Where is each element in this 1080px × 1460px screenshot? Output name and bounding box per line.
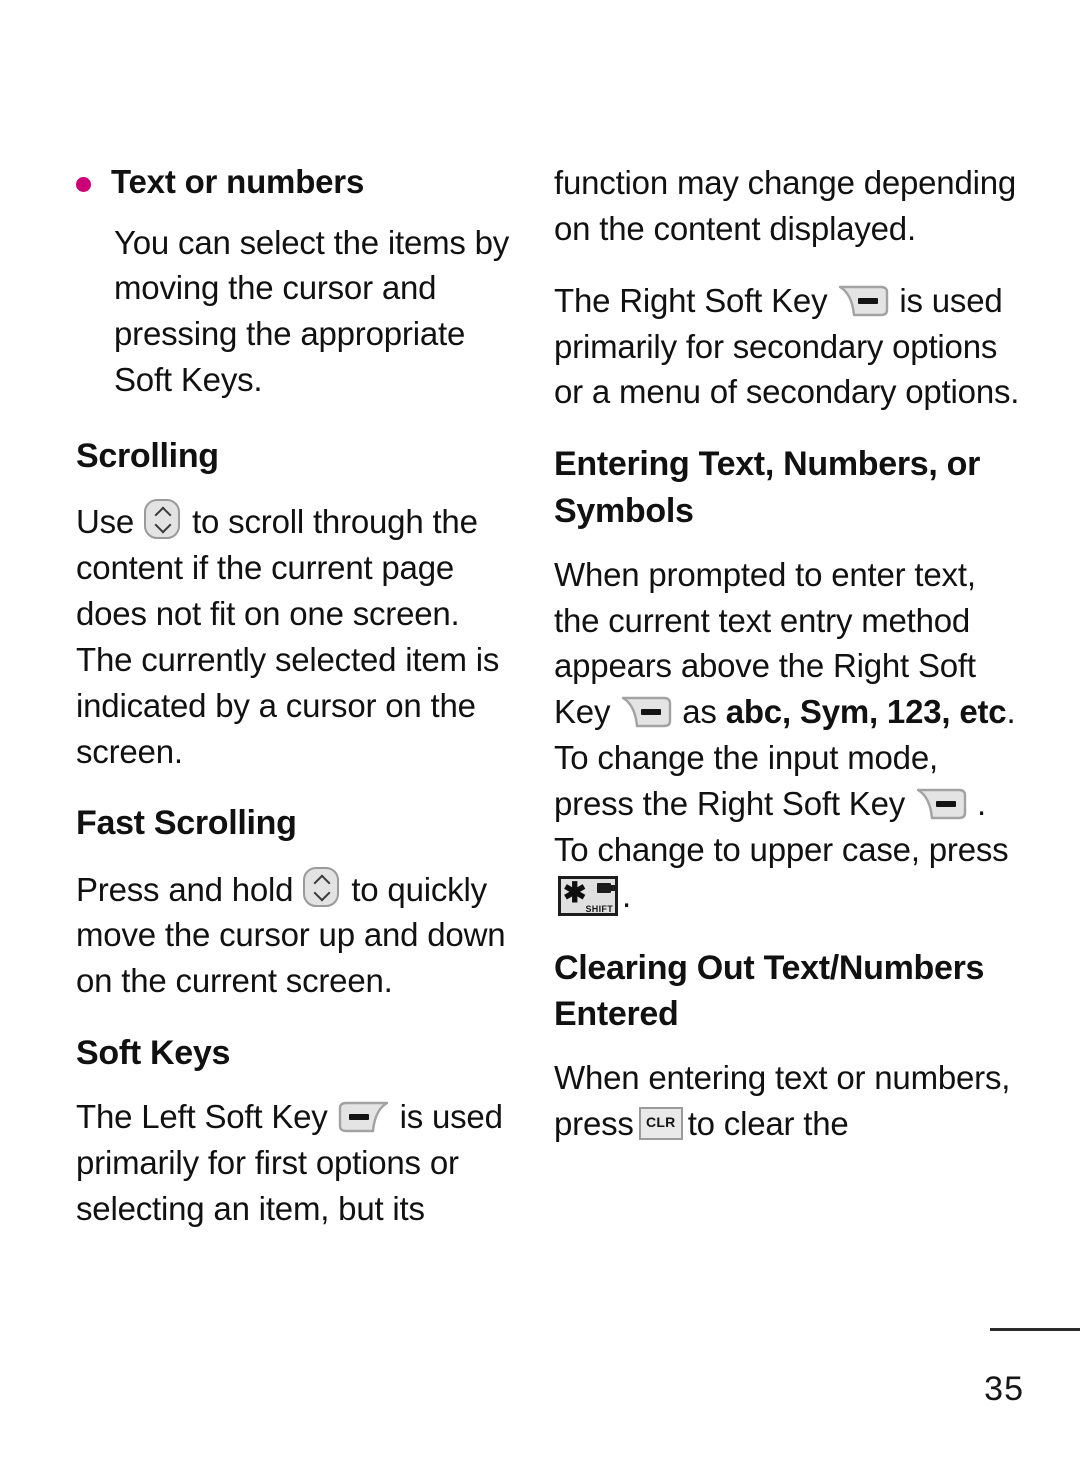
right-soft-key-text-before: The Right Soft Key: [554, 281, 828, 319]
footer-divider: [990, 1328, 1080, 1331]
continuation-paragraph: function may change depending on the con…: [554, 164, 1017, 247]
scrolling-text-before: Use: [76, 503, 135, 541]
clearing-paragraph: When entering text or numbers, press CLR t…: [554, 1055, 1024, 1147]
fast-scrolling-text-before: Press and hold: [76, 870, 294, 908]
soft-keys-paragraph: The Left Soft Key is used primarily for f…: [76, 1094, 518, 1232]
manual-page: Text or numbers You can select the items…: [0, 0, 1080, 1460]
heading-scrolling: Scrolling: [76, 436, 219, 475]
entering-key-word: Key: [554, 693, 611, 731]
right-soft-key-icon: [912, 787, 970, 821]
bullet-item-text-or-numbers: Text or numbers: [76, 160, 518, 204]
right-soft-key-icon: [834, 284, 892, 318]
scrolling-paragraph: Use to scroll through the content if the …: [76, 497, 518, 774]
heading-clearing-out: Clearing Out Text/Numbers Entered: [554, 948, 985, 1033]
left-soft-key-icon: [335, 1100, 393, 1134]
right-column: function may change depending on the con…: [540, 160, 1080, 1232]
right-soft-key-paragraph: The Right Soft Key is used primarily for …: [554, 278, 1024, 416]
entering-modes-bold: abc, Sym, 123,: [725, 693, 951, 731]
clearing-text-after: to clear the: [687, 1104, 849, 1142]
entering-part4: .: [622, 876, 631, 914]
bullet-item-title: Text or numbers: [111, 163, 365, 200]
fast-scrolling-paragraph: Press and hold to quickly move the cursor…: [76, 865, 518, 1005]
heading-entering-text: Entering Text, Numbers, or Symbols: [554, 445, 981, 530]
left-column: Text or numbers You can select the items…: [0, 160, 540, 1232]
bullet-item-body: You can select the items by moving the c…: [114, 223, 510, 399]
clr-key-icon: CLR: [638, 1106, 683, 1140]
navigation-up-down-key-icon: [140, 497, 186, 543]
shift-key-icon: ✱ SHIFT: [558, 875, 618, 916]
entering-part1: When prompted to enter text, the current…: [554, 555, 976, 685]
navigation-up-down-key-icon: [299, 865, 345, 911]
bullet-dot-icon: [76, 177, 91, 192]
heading-soft-keys: Soft Keys: [76, 1034, 231, 1073]
entering-etc-bold: etc: [959, 693, 1007, 731]
two-column-layout: Text or numbers You can select the items…: [0, 160, 1080, 1232]
page-number: 35: [984, 1370, 1024, 1408]
entering-text-paragraph: When prompted to enter text, the current…: [554, 552, 1024, 919]
heading-fast-scrolling: Fast Scrolling: [76, 804, 297, 843]
right-soft-key-icon: [617, 695, 675, 729]
entering-as-word: as: [682, 693, 717, 731]
clr-key-label: CLR: [646, 1113, 676, 1130]
soft-keys-text-before: The Left Soft Key: [76, 1098, 328, 1136]
